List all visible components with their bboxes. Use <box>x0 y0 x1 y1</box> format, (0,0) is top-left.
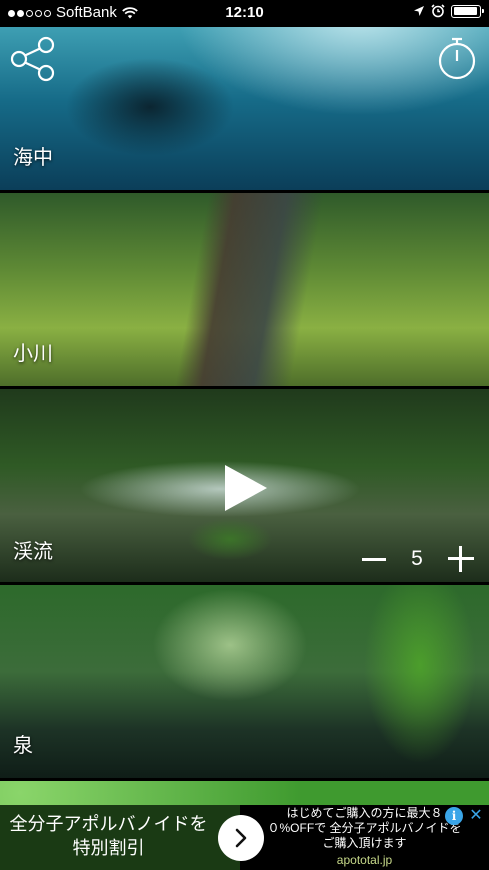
scene-label: 泉 <box>13 735 33 757</box>
location-arrow-icon <box>414 6 424 16</box>
stepper-count: 5 <box>411 547 423 570</box>
ad-close-icon[interactable]: ✕ <box>467 807 485 825</box>
scene-tile-sea[interactable]: 海中 <box>0 27 489 190</box>
scene-tile-stream[interactable]: 小川 <box>0 193 489 386</box>
play-icon[interactable] <box>222 462 270 514</box>
share-icon[interactable] <box>10 36 56 82</box>
scene-label: 海中 <box>13 147 53 169</box>
status-bar: SoftBank 12:10 <box>0 0 489 27</box>
minus-button[interactable] <box>361 546 387 572</box>
ad-info-icon[interactable]: i <box>445 807 463 825</box>
scene-tile-partial[interactable] <box>0 781 489 805</box>
ad-headline: 全分子アポルバノイドを <box>9 814 208 834</box>
alarm-clock-icon <box>431 4 445 18</box>
battery-icon <box>451 4 484 18</box>
scene-label: 小川 <box>13 343 53 365</box>
plus-button[interactable] <box>447 545 475 573</box>
ad-subheadline: 特別割引 <box>72 838 145 858</box>
ad-domain: apototal.jp <box>336 853 393 867</box>
ad-banner[interactable]: 全分子アポルバノイドを 特別割引 はじめてご購入の方に最大８ ０%OFFで 全分… <box>0 805 489 870</box>
volume-stepper: 5 <box>361 544 475 574</box>
chevron-right-icon <box>235 828 247 848</box>
ad-text-line: ご購入頂けます <box>322 836 407 850</box>
status-right <box>413 4 484 18</box>
ad-left-panel[interactable]: 全分子アポルバノイドを 特別割引 <box>0 805 240 870</box>
scene-tile-spring[interactable]: 泉 <box>0 585 489 778</box>
timer-icon[interactable] <box>437 36 477 80</box>
ad-right-panel[interactable]: はじめてご購入の方に最大８ ０%OFFで 全分子アポルバノイドを ご購入頂けます… <box>240 805 489 870</box>
ad-arrow-button[interactable] <box>218 815 264 861</box>
scene-tile-mountain-stream[interactable]: 渓流 5 <box>0 389 489 582</box>
scene-label: 渓流 <box>13 541 53 563</box>
